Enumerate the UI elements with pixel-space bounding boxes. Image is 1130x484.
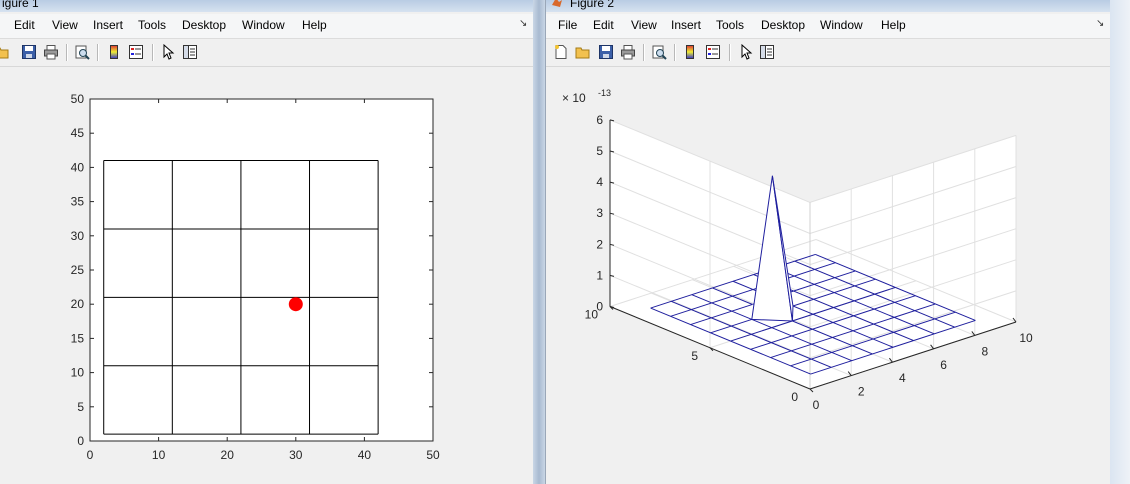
- menu-desktop[interactable]: Desktop: [182, 18, 226, 32]
- legend-icon[interactable]: [128, 44, 144, 60]
- y-tick-label: 50: [71, 92, 85, 106]
- menu-window[interactable]: Window: [242, 18, 285, 32]
- desktop-gap: [533, 0, 545, 484]
- dock-arrow-icon[interactable]: ↘: [519, 18, 527, 29]
- pointer-icon[interactable]: [160, 44, 176, 60]
- menu-tools[interactable]: Tools: [138, 18, 166, 32]
- toolbar-separator: [643, 44, 645, 61]
- menu-edit[interactable]: Edit: [14, 18, 35, 32]
- figure-2-menubar: File Edit View Insert Tools Desktop Wind…: [546, 14, 1111, 39]
- figure-2-toolbar: [546, 39, 1111, 67]
- x-tick-label: 10: [152, 448, 166, 462]
- menu-file[interactable]: File: [558, 18, 577, 32]
- toolbar-separator: [674, 44, 676, 61]
- y-tick-label: 10: [71, 366, 85, 380]
- z-tick-label: 2: [596, 237, 603, 251]
- desktop-background: [1110, 0, 1130, 484]
- y-tick-label: 15: [71, 331, 85, 345]
- figure-1-titlebar[interactable]: igure 1: [0, 0, 533, 12]
- menu-view[interactable]: View: [52, 18, 78, 32]
- y-tick-label: 30: [71, 229, 85, 243]
- plot-area: [89, 98, 434, 442]
- x-tick-label: 8: [981, 344, 988, 358]
- menu-edit[interactable]: Edit: [593, 18, 614, 32]
- dock-arrow-icon[interactable]: ↘: [1096, 18, 1104, 29]
- toolbar-separator: [66, 44, 68, 61]
- y-tick-label: 20: [71, 297, 85, 311]
- x-tick-label: 10: [1019, 331, 1033, 345]
- y-tick-label: 45: [71, 126, 85, 140]
- y-tick-label: 0: [791, 390, 798, 404]
- z-tick-label: 3: [596, 206, 603, 220]
- y-tick-label: 5: [77, 400, 84, 414]
- figure-2-titlebar[interactable]: Figure 2: [546, 0, 1111, 12]
- toolbar-separator: [152, 44, 154, 61]
- open-icon[interactable]: [0, 44, 10, 60]
- z-tick-label: 6: [596, 113, 603, 127]
- new-figure-icon[interactable]: [553, 44, 569, 60]
- y-tick-label: 0: [77, 434, 84, 448]
- y-tick-label: 40: [71, 160, 85, 174]
- y-tick-label: 10: [585, 308, 599, 322]
- z-tick-label: 5: [596, 144, 603, 158]
- y-tick-label: 25: [71, 263, 85, 277]
- menu-view[interactable]: View: [631, 18, 657, 32]
- z-tick-label: 4: [596, 175, 603, 189]
- figure-2-window: Figure 2 File Edit View Insert Tools Des…: [545, 0, 1112, 484]
- z-exponent-label: × 10: [562, 91, 586, 105]
- menu-tools[interactable]: Tools: [716, 18, 744, 32]
- menu-insert[interactable]: Insert: [93, 18, 123, 32]
- print-icon[interactable]: [620, 44, 636, 60]
- menu-desktop[interactable]: Desktop: [761, 18, 805, 32]
- colorbar-icon[interactable]: [682, 44, 698, 60]
- figure-1-toolbar: [0, 39, 533, 67]
- x-tick-label: 50: [426, 448, 440, 462]
- save-icon[interactable]: [598, 44, 614, 60]
- figure-1-axes[interactable]: 0 10 20 30 40 50 0 5 10 15 20 25 30 35 40 45 50: [0, 67, 533, 484]
- property-editor-icon[interactable]: [759, 44, 775, 60]
- print-icon[interactable]: [43, 44, 59, 60]
- z-tick-label: 1: [596, 268, 603, 282]
- x-origin-label: 0: [813, 398, 820, 412]
- figure-2-title: Figure 2: [570, 0, 615, 10]
- x-tick-label: 0: [87, 448, 94, 462]
- figure-1-title: igure 1: [2, 0, 39, 10]
- figure-2-axes[interactable]: 0123456× 10 -1305100246810: [546, 67, 1111, 484]
- save-icon[interactable]: [21, 44, 37, 60]
- property-editor-icon[interactable]: [182, 44, 198, 60]
- pointer-icon[interactable]: [738, 44, 754, 60]
- y-tick-label: 5: [691, 349, 698, 363]
- x-tick-label: 40: [358, 448, 372, 462]
- z-exponent-value: -13: [598, 88, 611, 98]
- figure-1-menubar: Edit View Insert Tools Desktop Window He…: [0, 14, 533, 39]
- toolbar-separator: [97, 44, 99, 61]
- colorbar-icon[interactable]: [106, 44, 122, 60]
- legend-icon[interactable]: [705, 44, 721, 60]
- data-point: [288, 297, 303, 312]
- x-tick-label: 30: [289, 448, 303, 462]
- menu-window[interactable]: Window: [820, 18, 863, 32]
- x-tick-label: 20: [221, 448, 235, 462]
- print-preview-icon[interactable]: [74, 44, 90, 60]
- toolbar-separator: [729, 44, 731, 61]
- open-icon[interactable]: [575, 44, 591, 60]
- print-preview-icon[interactable]: [651, 44, 667, 60]
- x-tick-label: 6: [940, 358, 947, 372]
- figure-1-window: igure 1 Edit View Insert Tools Desktop W…: [0, 0, 534, 484]
- menu-help[interactable]: Help: [302, 18, 327, 32]
- y-tick-label: 35: [71, 195, 85, 209]
- menu-insert[interactable]: Insert: [671, 18, 701, 32]
- matlab-logo-icon: [552, 0, 562, 7]
- x-tick-label: 4: [899, 371, 906, 385]
- x-tick-label: 2: [858, 385, 865, 399]
- y-tick-mark: [809, 388, 814, 393]
- menu-help[interactable]: Help: [881, 18, 906, 32]
